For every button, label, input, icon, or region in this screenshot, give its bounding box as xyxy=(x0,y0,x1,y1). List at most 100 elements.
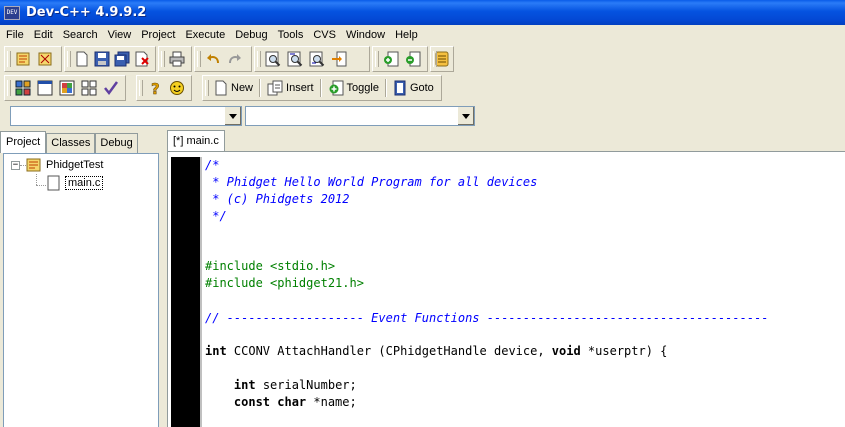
new-class-button[interactable]: New xyxy=(210,77,257,99)
compile-button[interactable] xyxy=(12,77,34,99)
menu-tools[interactable]: Tools xyxy=(273,25,309,45)
menu-project[interactable]: Project xyxy=(136,25,180,45)
code-line[interactable]: */ xyxy=(205,208,227,225)
code-token: */ xyxy=(205,209,227,223)
print-button[interactable] xyxy=(166,48,188,70)
toolbar-group-project-files xyxy=(372,46,428,72)
find-next-icon xyxy=(309,51,325,67)
code-token: * (c) Phidgets 2012 xyxy=(205,192,350,206)
close-project-icon xyxy=(38,52,52,66)
code-line[interactable]: * (c) Phidgets 2012 xyxy=(205,191,350,208)
open-project-button[interactable] xyxy=(12,48,34,70)
code-token: int xyxy=(233,378,256,392)
compile-run-button[interactable] xyxy=(56,77,78,99)
redo-button[interactable] xyxy=(224,48,246,70)
tree-item-project[interactable]: PhidgetTest xyxy=(25,157,103,173)
remove-from-project-icon xyxy=(406,51,421,67)
add-to-project-icon xyxy=(384,51,399,67)
new-file-button[interactable] xyxy=(72,48,92,70)
goto-line-button[interactable] xyxy=(328,48,350,70)
toolbar-main xyxy=(0,45,845,74)
rebuild-all-button[interactable] xyxy=(78,77,100,99)
code-line[interactable]: int serialNumber; xyxy=(205,377,357,394)
printer-icon xyxy=(169,51,185,67)
menu-help[interactable]: Help xyxy=(390,25,423,45)
undo-icon xyxy=(207,54,219,64)
code-token: serialNumber; xyxy=(255,378,357,392)
code-token: const char xyxy=(233,395,307,409)
replace-button[interactable] xyxy=(284,48,306,70)
chevron-down-icon xyxy=(462,113,470,119)
new-file-icon xyxy=(76,51,88,67)
editor-tab-main-c[interactable]: [*] main.c xyxy=(167,130,225,152)
member-combo-arrow[interactable] xyxy=(457,107,474,125)
help-button[interactable]: ? xyxy=(144,77,166,99)
code-token: CCONV AttachHandler (CPhidgetHandle devi… xyxy=(226,344,552,358)
tab-project[interactable]: Project xyxy=(0,131,47,153)
code-line[interactable]: #include <phidget21.h> xyxy=(205,275,364,292)
toolbar-group-options xyxy=(430,46,454,72)
code-line[interactable]: #include <stdio.h> xyxy=(205,258,335,275)
project-tree: − PhidgetTest main.c xyxy=(3,153,159,427)
menu-window[interactable]: Window xyxy=(341,25,390,45)
new-document-icon xyxy=(215,80,227,96)
member-combo[interactable] xyxy=(245,106,475,126)
code-line[interactable]: int CCONV AttachHandler (CPhidgetHandle … xyxy=(205,343,667,360)
remove-from-project-button[interactable] xyxy=(402,48,424,70)
code-token: void xyxy=(551,344,581,358)
menu-execute[interactable]: Execute xyxy=(180,25,230,45)
menu-view[interactable]: View xyxy=(103,25,137,45)
tree-collapse-toggle[interactable]: − xyxy=(11,161,20,170)
code-line[interactable]: /* xyxy=(205,157,219,174)
find-button[interactable] xyxy=(262,48,284,70)
close-project-button[interactable] xyxy=(34,48,56,70)
check-syntax-button[interactable] xyxy=(100,77,122,99)
editor-gutter xyxy=(171,157,200,427)
menubar: File Edit Search View Project Execute De… xyxy=(0,25,845,45)
close-file-button[interactable] xyxy=(132,48,152,70)
menu-debug[interactable]: Debug xyxy=(230,25,272,45)
code-token: int xyxy=(205,344,227,358)
about-button[interactable] xyxy=(166,77,188,99)
add-to-project-button[interactable] xyxy=(380,48,402,70)
code-token: #include <stdio.h> xyxy=(205,259,336,273)
project-name: PhidgetTest xyxy=(46,159,104,171)
compile-run-icon xyxy=(59,80,75,96)
menu-file[interactable]: File xyxy=(1,25,29,45)
run-button[interactable] xyxy=(34,77,56,99)
class-combo[interactable] xyxy=(10,106,242,126)
gutter-edge xyxy=(200,157,202,427)
toggle-label: Toggle xyxy=(346,82,379,94)
panel-splitter[interactable] xyxy=(160,131,165,427)
menu-cvs[interactable]: CVS xyxy=(308,25,341,45)
app-icon: DEV xyxy=(4,5,20,20)
goto-line-icon xyxy=(332,51,347,67)
menu-search[interactable]: Search xyxy=(58,25,103,45)
code-line[interactable]: // ------------------- Event Functions -… xyxy=(205,310,769,327)
insert-button[interactable]: Insert xyxy=(263,77,318,99)
class-combo-arrow[interactable] xyxy=(224,107,241,125)
toolbar-group-project xyxy=(4,46,62,72)
undo-button[interactable] xyxy=(202,48,224,70)
menu-edit[interactable]: Edit xyxy=(29,25,58,45)
tree-item-file[interactable]: main.c xyxy=(47,175,104,191)
find-icon xyxy=(265,51,281,67)
code-line[interactable]: const char *name; xyxy=(205,394,357,411)
toggle-bookmark-button[interactable]: Toggle xyxy=(324,77,383,99)
project-options-button[interactable] xyxy=(434,48,450,70)
toolbar-separator xyxy=(319,79,322,97)
goto-bookmark-button[interactable]: Goto xyxy=(389,77,438,99)
tab-debug[interactable]: Debug xyxy=(95,133,138,153)
window-title: Dev-C++ 4.9.9.2 xyxy=(26,5,147,20)
insert-label: Insert xyxy=(286,82,314,94)
save-all-button[interactable] xyxy=(112,48,132,70)
tab-classes[interactable]: Classes xyxy=(46,133,96,153)
find-next-button[interactable] xyxy=(306,48,328,70)
tree-connector xyxy=(36,174,37,185)
code-token: * Phidget Hello World Program for all de… xyxy=(205,175,538,189)
code-line[interactable]: * Phidget Hello World Program for all de… xyxy=(205,174,537,191)
save-button[interactable] xyxy=(92,48,112,70)
toolbar-secondary: ? New Insert Toggle Goto xyxy=(0,74,845,103)
